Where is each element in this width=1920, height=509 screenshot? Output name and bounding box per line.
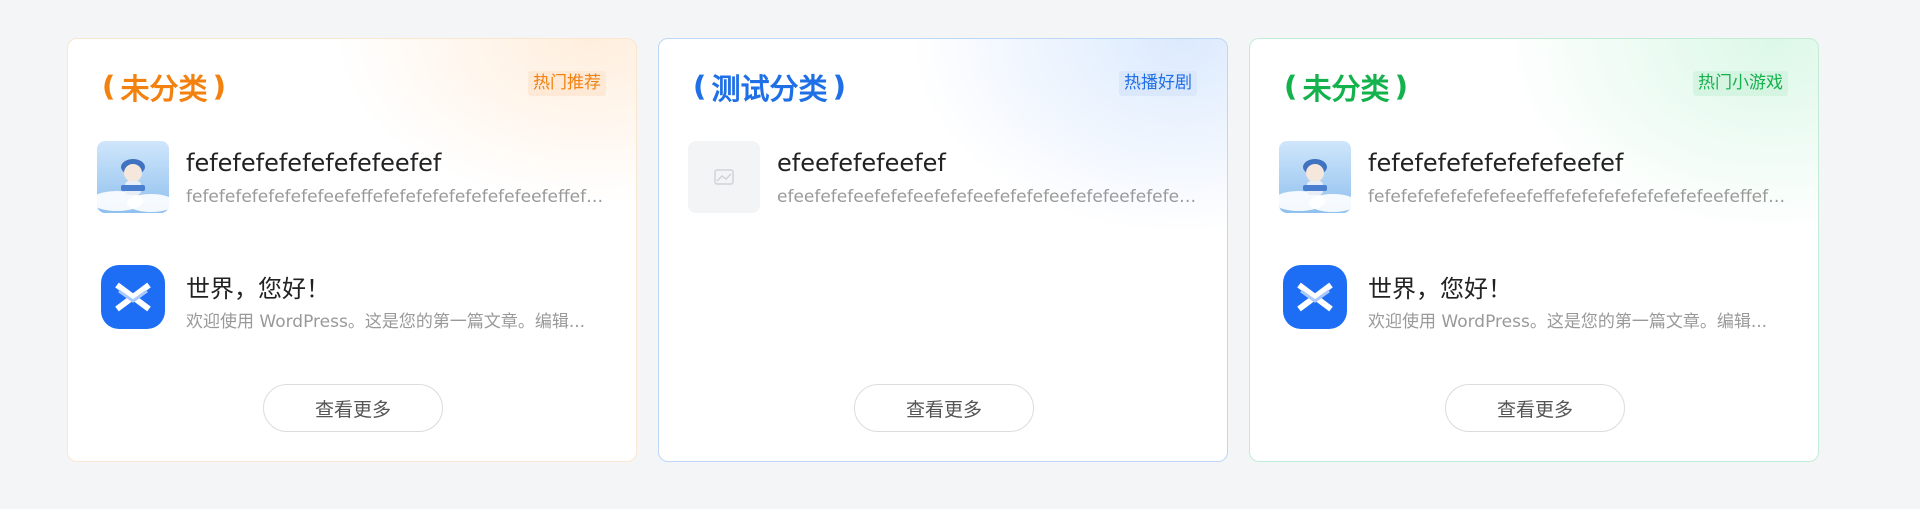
list-item[interactable]: efeefefefeefef efeefefefeefefefeefefefee… [688,141,1198,215]
mascot-thumbnail[interactable] [97,141,169,213]
laurel-right-icon: ❫ [827,70,851,103]
category-card-1: ❪ 未分类 ❫ 热门推荐 fefefefefefefefefeefef fefe… [67,38,637,462]
laurel-right-icon: ❫ [207,70,231,103]
view-more-button[interactable]: 查看更多 [1445,384,1625,432]
item-description: 欢迎使用 WordPress。这是您的第一篇文章。编辑... [186,312,586,332]
category-tag: 热门小游戏 [1693,71,1788,96]
category-title[interactable]: ❪ 未分类 ❫ [97,67,231,107]
list-item[interactable]: 世界，您好！ 欢迎使用 WordPress。这是您的第一篇文章。编辑... [97,261,607,335]
list-item[interactable]: fefefefefefefefefeefef fefefefefefefefef… [97,141,607,215]
laurel-right-icon: ❫ [1389,70,1413,103]
wp-logo-thumbnail[interactable] [1279,261,1351,333]
view-more-button[interactable]: 查看更多 [263,384,443,432]
category-card-2: ❪ 测试分类 ❫ 热播好剧 efeefefefeefef efeefefefee… [658,38,1228,462]
item-title[interactable]: efeefefefeefef [777,149,1197,177]
laurel-left-icon: ❪ [97,70,121,103]
item-title[interactable]: 世界，您好！ [1368,269,1788,304]
category-title[interactable]: ❪ 测试分类 ❫ [688,67,851,107]
item-description: 欢迎使用 WordPress。这是您的第一篇文章。编辑... [1368,312,1768,332]
laurel-left-icon: ❪ [688,70,712,103]
category-title[interactable]: ❪ 未分类 ❫ [1279,67,1413,107]
image-placeholder-icon [714,169,734,185]
list-item[interactable]: fefefefefefefefefeefef fefefefefefefefef… [1279,141,1789,215]
wp-logo-thumbnail[interactable] [97,261,169,333]
item-title[interactable]: 世界，您好！ [186,269,606,304]
category-tag: 热播好剧 [1119,71,1197,96]
list-item[interactable]: 世界，您好！ 欢迎使用 WordPress。这是您的第一篇文章。编辑... [1279,261,1789,335]
view-more-button[interactable]: 查看更多 [854,384,1034,432]
item-description: fefefefefefefefefeefeffefefefefefefefefe… [186,187,606,207]
item-title[interactable]: fefefefefefefefefeefef [186,149,606,177]
item-description: fefefefefefefefefeefeffefefefefefefefefe… [1368,187,1788,207]
placeholder-thumbnail[interactable] [688,141,760,213]
mascot-thumbnail[interactable] [1279,141,1351,213]
laurel-left-icon: ❪ [1279,70,1303,103]
item-description: efeefefefeefefefeefefefeefefefefeefefefe… [777,187,1197,207]
item-title[interactable]: fefefefefefefefefeefef [1368,149,1788,177]
category-card-3: ❪ 未分类 ❫ 热门小游戏 fefefefefefefefefeefef fef… [1249,38,1819,462]
category-tag: 热门推荐 [528,71,606,96]
